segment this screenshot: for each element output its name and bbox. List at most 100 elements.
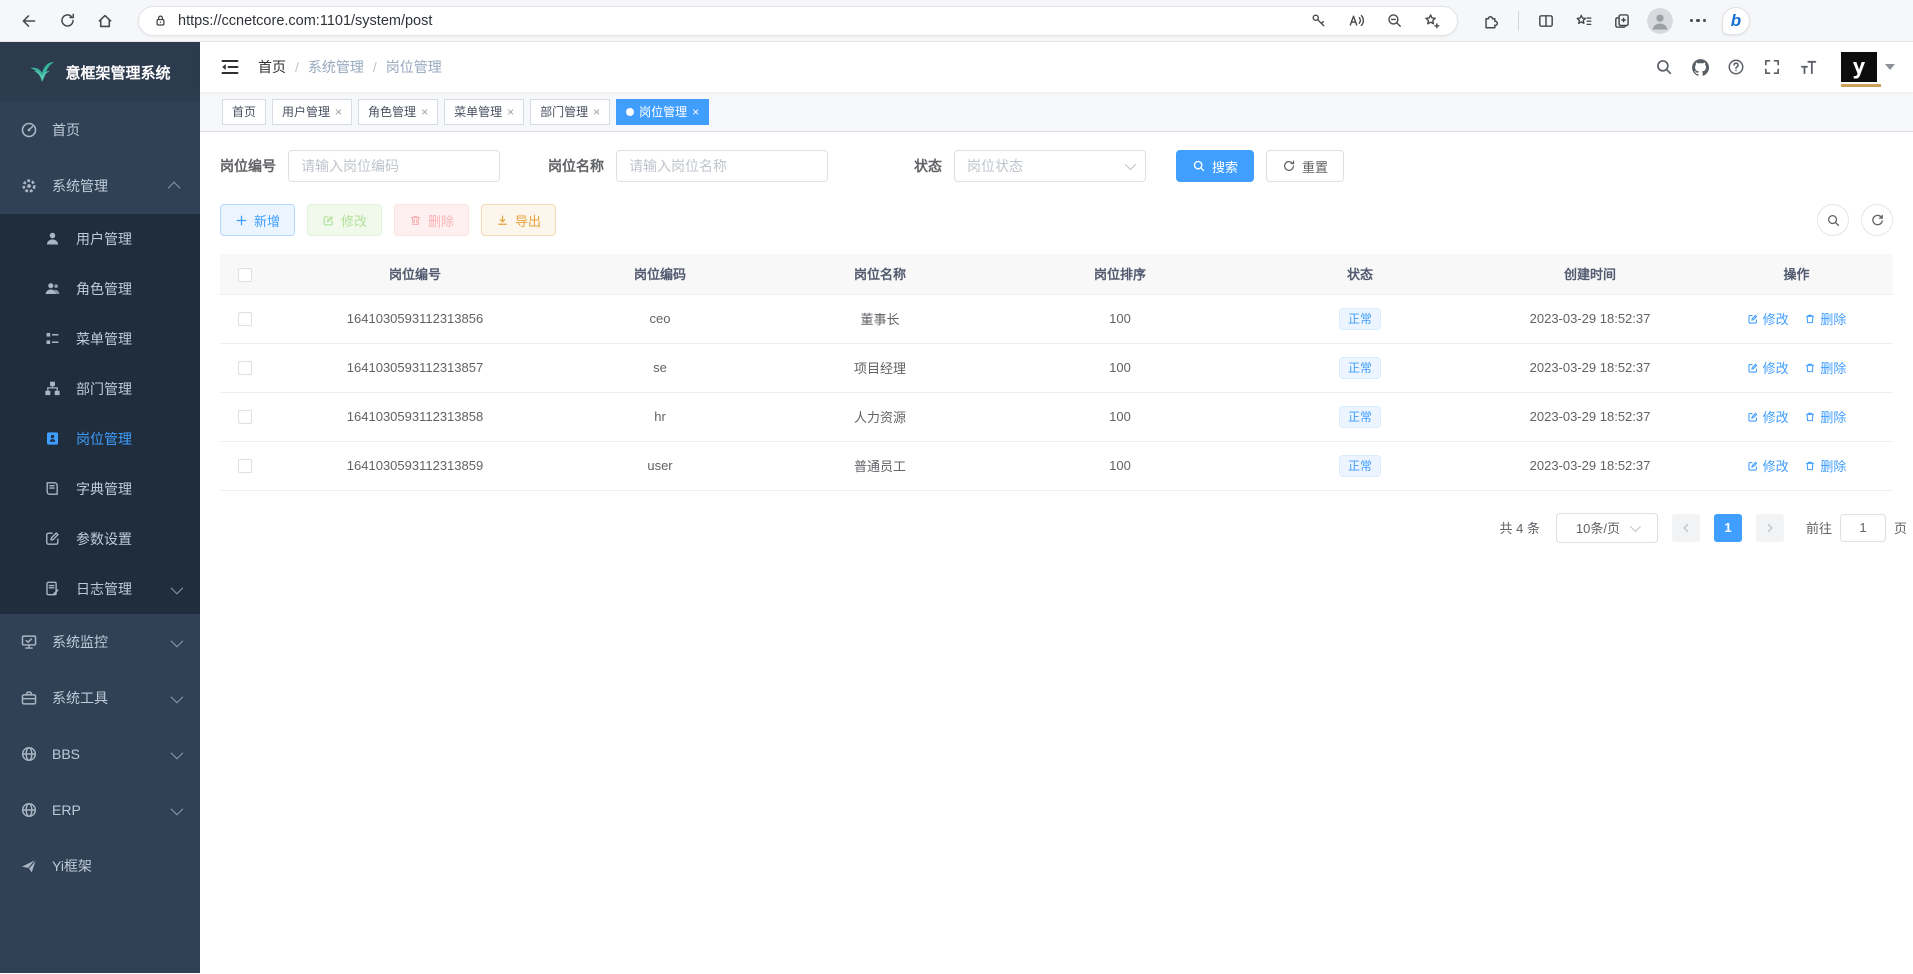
tab-close-icon[interactable]: × [593, 105, 600, 119]
sidebar-item-erp[interactable]: ERP [0, 782, 200, 838]
table-toolbar: 新增 修改 删除 导出 [220, 204, 1893, 236]
table-row[interactable]: 1641030593112313858 hr 人力资源 100 正常 2023-… [220, 392, 1893, 441]
tab-close-icon[interactable]: × [692, 105, 699, 119]
sidebar-item-home[interactable]: 首页 [0, 102, 200, 158]
search-button[interactable]: 搜索 [1176, 150, 1254, 182]
sidebar-fold-icon[interactable] [216, 53, 244, 81]
tab-close-icon[interactable]: × [335, 105, 342, 119]
bing-copilot-icon[interactable]: b [1719, 4, 1753, 38]
show-search-toggle-icon[interactable] [1817, 204, 1849, 236]
tab-close-icon[interactable]: × [421, 105, 428, 119]
row-delete-link[interactable]: 删除 [1804, 309, 1846, 328]
col-post-name: 岗位名称 [760, 254, 1000, 294]
sidebar-item-user-management[interactable]: 用户管理 [0, 214, 200, 264]
table-row[interactable]: 1641030593112313857 se 项目经理 100 正常 2023-… [220, 343, 1893, 392]
refresh-table-icon[interactable] [1861, 204, 1893, 236]
edit-button[interactable]: 修改 [307, 204, 382, 236]
col-created: 创建时间 [1480, 254, 1700, 294]
refresh-icon[interactable] [50, 4, 84, 38]
help-icon[interactable] [1723, 54, 1749, 80]
password-key-icon[interactable] [1303, 7, 1333, 35]
page-number-1[interactable]: 1 [1714, 514, 1742, 542]
browser-profile-avatar[interactable] [1643, 4, 1677, 38]
row-edit-link[interactable]: 修改 [1747, 456, 1789, 475]
sidebar-item-system-tools[interactable]: 系统工具 [0, 670, 200, 726]
col-actions: 操作 [1700, 254, 1893, 294]
row-edit-link[interactable]: 修改 [1747, 407, 1789, 426]
tab-menu-management[interactable]: 菜单管理 × [444, 99, 524, 125]
export-button[interactable]: 导出 [481, 204, 556, 236]
row-edit-link[interactable]: 修改 [1747, 358, 1789, 377]
row-checkbox[interactable] [238, 312, 252, 326]
post-id-input[interactable] [288, 150, 500, 182]
sidebar-item-bbs[interactable]: BBS [0, 726, 200, 782]
add-favorite-star-icon[interactable] [1417, 7, 1447, 35]
tab-user-management[interactable]: 用户管理 × [272, 99, 352, 125]
post-name-input[interactable] [616, 150, 828, 182]
app-logo[interactable]: 意框架管理系统 [0, 42, 200, 102]
id-badge-icon [44, 430, 62, 448]
goto-page-input[interactable] [1840, 514, 1886, 542]
sidebar-item-dict-management[interactable]: 字典管理 [0, 464, 200, 514]
next-page-button[interactable] [1756, 514, 1784, 542]
chevron-left-icon [1680, 522, 1692, 534]
split-screen-icon[interactable] [1529, 4, 1563, 38]
tab-post-management[interactable]: 岗位管理 × [616, 99, 709, 125]
log-icon [44, 580, 62, 598]
url-text[interactable]: https://ccnetcore.com:1101/system/post [178, 13, 1303, 29]
breadcrumb-home[interactable]: 首页 [258, 57, 286, 77]
pagination-total: 共 4 条 [1500, 518, 1540, 537]
delete-button[interactable]: 删除 [394, 204, 469, 236]
sidebar-item-role-management[interactable]: 角色管理 [0, 264, 200, 314]
user-avatar[interactable]: y [1841, 52, 1895, 82]
tab-actions-icon[interactable] [1605, 4, 1639, 38]
edit-icon [322, 214, 335, 227]
page-size-select[interactable]: 10条/页 [1556, 513, 1658, 543]
github-icon[interactable] [1687, 54, 1713, 80]
address-bar[interactable]: https://ccnetcore.com:1101/system/post [138, 6, 1458, 36]
prev-page-button[interactable] [1672, 514, 1700, 542]
briefcase-icon [20, 689, 38, 707]
monitor-icon [20, 633, 38, 651]
edit-icon [1747, 362, 1759, 374]
tab-role-management[interactable]: 角色管理 × [358, 99, 438, 125]
reset-button[interactable]: 重置 [1266, 150, 1344, 182]
page-unit-label: 页 [1894, 518, 1907, 537]
pagination: 共 4 条 10条/页 1 前往 页 [220, 513, 1907, 543]
header-search-icon[interactable] [1651, 54, 1677, 80]
tab-home[interactable]: 首页 [222, 99, 266, 125]
sidebar-item-dept-management[interactable]: 部门管理 [0, 364, 200, 414]
table-row[interactable]: 1641030593112313859 user 普通员工 100 正常 202… [220, 441, 1893, 490]
row-checkbox[interactable] [238, 459, 252, 473]
extensions-puzzle-icon[interactable] [1474, 4, 1508, 38]
row-edit-link[interactable]: 修改 [1747, 309, 1789, 328]
table-row[interactable]: 1641030593112313856 ceo 董事长 100 正常 2023-… [220, 294, 1893, 343]
home-icon[interactable] [88, 4, 122, 38]
sidebar-item-menu-management[interactable]: 菜单管理 [0, 314, 200, 364]
sidebar-item-system-management[interactable]: 系统管理 [0, 158, 200, 214]
add-button[interactable]: 新增 [220, 204, 295, 236]
status-badge: 正常 [1339, 357, 1381, 379]
row-checkbox[interactable] [238, 410, 252, 424]
fullscreen-icon[interactable] [1759, 54, 1785, 80]
sidebar-item-yi-framework[interactable]: Yi框架 [0, 838, 200, 894]
select-all-checkbox[interactable] [238, 268, 252, 282]
row-checkbox[interactable] [238, 361, 252, 375]
sidebar-item-system-monitor[interactable]: 系统监控 [0, 614, 200, 670]
font-size-icon[interactable] [1795, 54, 1821, 80]
more-menu-icon[interactable] [1681, 4, 1715, 38]
tab-close-icon[interactable]: × [507, 105, 514, 119]
sidebar-item-post-management[interactable]: 岗位管理 [0, 414, 200, 464]
row-delete-link[interactable]: 删除 [1804, 358, 1846, 377]
trash-icon [1804, 362, 1816, 374]
row-delete-link[interactable]: 删除 [1804, 407, 1846, 426]
tab-dept-management[interactable]: 部门管理 × [530, 99, 610, 125]
sidebar-item-log-management[interactable]: 日志管理 [0, 564, 200, 614]
zoom-out-icon[interactable] [1379, 7, 1409, 35]
read-aloud-icon[interactable] [1341, 7, 1371, 35]
back-icon[interactable] [12, 4, 46, 38]
row-delete-link[interactable]: 删除 [1804, 456, 1846, 475]
collections-star-icon[interactable] [1567, 4, 1601, 38]
status-select[interactable]: 岗位状态 [954, 150, 1146, 182]
sidebar-item-param-settings[interactable]: 参数设置 [0, 514, 200, 564]
